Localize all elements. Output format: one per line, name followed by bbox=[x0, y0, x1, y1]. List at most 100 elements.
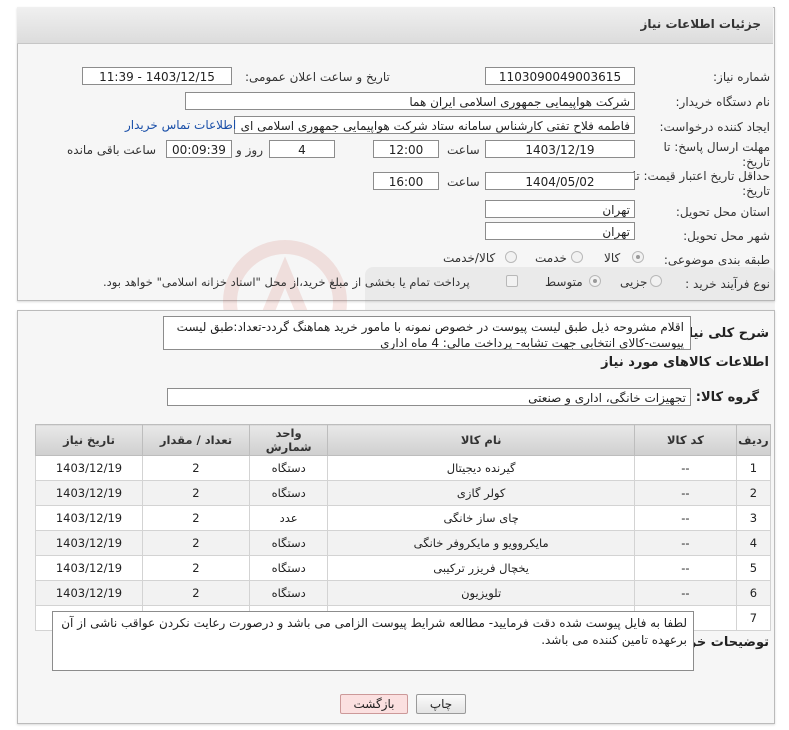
cell-item-code: -- bbox=[633, 580, 737, 606]
goods-section-title: اطلاعات کالاهای مورد نیاز bbox=[601, 355, 769, 370]
print-button[interactable]: چاپ bbox=[416, 694, 466, 714]
creator-label: ایجاد کننده درخواست: bbox=[659, 120, 770, 134]
announce-date-field: 1403/12/15 - 11:39 bbox=[82, 67, 232, 85]
need-number-label: شماره نیاز: bbox=[713, 70, 770, 84]
col-quantity: تعداد / مقدار bbox=[141, 424, 250, 456]
table-row: 2 -- کولر گازی دستگاه 2 1403/12/19 bbox=[35, 480, 772, 506]
validity-label: حداقل تاریخ اعتبار قیمت: تا تاریخ: bbox=[632, 169, 770, 198]
days-field: 4 bbox=[269, 140, 335, 158]
goods-group-field: تجهیزات خانگی، اداری و صنعتی bbox=[167, 388, 691, 406]
summary-line-2: پیوست-کالای انتخابی جهت تشابه- پرداخت ما… bbox=[380, 336, 684, 350]
cell-row-number: 6 bbox=[735, 580, 772, 606]
cell-need-date: 1403/12/19 bbox=[35, 505, 143, 531]
cell-item-name: چای ساز خانگی bbox=[327, 505, 635, 531]
cell-need-date: 1403/12/19 bbox=[35, 580, 143, 606]
cell-item-name: مایکروویو و مایکروفر خانگی bbox=[327, 530, 635, 556]
treasury-payment-checkbox[interactable] bbox=[506, 275, 518, 287]
validity-time-label: ساعت bbox=[447, 175, 480, 189]
city-field: تهران bbox=[485, 222, 635, 240]
table-row: 5 -- یخچال فریزر ترکیبی دستگاه 2 1403/12… bbox=[35, 555, 772, 581]
need-number-field: 1103090049003615 bbox=[485, 67, 635, 85]
cell-quantity: 2 bbox=[141, 455, 250, 481]
creator-field: فاطمه فلاح تفتی کارشناس سامانه ستاد شرکت… bbox=[234, 116, 635, 134]
category-option-goods: کالا bbox=[604, 251, 621, 265]
table-row: 4 -- مایکروویو و مایکروفر خانگی دستگاه 2… bbox=[35, 530, 772, 556]
cell-unit: عدد bbox=[248, 505, 329, 531]
cell-need-date: 1403/12/19 bbox=[35, 530, 143, 556]
cell-need-date: 1403/12/19 bbox=[35, 455, 143, 481]
table-row: 3 -- چای ساز خانگی عدد 2 1403/12/19 bbox=[35, 505, 772, 531]
cell-unit: دستگاه bbox=[248, 530, 329, 556]
deadline-time-field: 12:00 bbox=[373, 140, 439, 158]
cell-unit: دستگاه bbox=[248, 580, 329, 606]
cell-need-date: 1403/12/19 bbox=[35, 480, 143, 506]
cell-quantity: 2 bbox=[141, 530, 250, 556]
cell-need-date: 1403/12/19 bbox=[35, 555, 143, 581]
category-label: طبقه بندی موضوعی: bbox=[663, 253, 770, 267]
category-radio-goods-service[interactable] bbox=[505, 251, 517, 263]
validity-time-field: 16:00 bbox=[373, 172, 439, 190]
summary-line-1: اقلام مشروحه ذیل طبق لیست پیوست در خصوص … bbox=[176, 320, 684, 334]
table-header-row: ردیف کد کالا نام کالا واحد شمارش تعداد /… bbox=[35, 424, 772, 456]
cell-unit: دستگاه bbox=[248, 455, 329, 481]
cell-row-number: 5 bbox=[735, 555, 772, 581]
category-option-service: خدمت bbox=[535, 251, 567, 265]
cell-row-number: 1 bbox=[735, 455, 772, 481]
col-row-number: ردیف bbox=[735, 424, 772, 456]
col-unit: واحد شمارش bbox=[248, 424, 329, 456]
cell-item-code: -- bbox=[633, 530, 737, 556]
buyer-org-field: شرکت هواپیمایی جمهوری اسلامی ایران هما bbox=[185, 92, 635, 110]
cell-item-code: -- bbox=[633, 455, 737, 481]
deadline-time-label: ساعت bbox=[447, 143, 480, 157]
province-field: تهران bbox=[485, 200, 635, 218]
category-radio-goods[interactable] bbox=[632, 251, 644, 263]
cell-quantity: 2 bbox=[141, 580, 250, 606]
process-radio-medium[interactable] bbox=[589, 275, 601, 287]
remaining-label: ساعت باقی مانده bbox=[67, 143, 157, 157]
col-item-name: نام کالا bbox=[327, 424, 635, 456]
deadline-label: مهلت ارسال پاسخ: تا تاریخ: bbox=[663, 140, 770, 169]
category-option-goods-service: کالا/خدمت bbox=[443, 251, 496, 265]
cell-item-code: -- bbox=[633, 505, 737, 531]
cell-quantity: 2 bbox=[141, 480, 250, 506]
process-option-medium: متوسط bbox=[545, 275, 583, 289]
page-title: جزئیات اطلاعات نیاز bbox=[640, 17, 761, 31]
col-need-date: تاریخ نیاز bbox=[35, 424, 143, 456]
cell-row-number: 7 bbox=[735, 605, 772, 631]
cell-row-number: 4 bbox=[735, 530, 772, 556]
goods-group-label: گروه کالا: bbox=[695, 390, 759, 405]
cell-row-number: 3 bbox=[735, 505, 772, 531]
treasury-payment-note: پرداخت تمام یا بخشی از مبلغ خرید،از محل … bbox=[103, 275, 470, 289]
cell-unit: دستگاه bbox=[248, 480, 329, 506]
table-row: 1 -- گیرنده دیجیتال دستگاه 2 1403/12/19 bbox=[35, 455, 772, 481]
back-button[interactable]: بازگشت bbox=[340, 694, 408, 714]
announce-label: تاریخ و ساعت اعلان عمومی: bbox=[245, 70, 390, 84]
cell-row-number: 2 bbox=[735, 480, 772, 506]
cell-quantity: 2 bbox=[141, 555, 250, 581]
buyer-org-label: نام دستگاه خریدار: bbox=[675, 95, 771, 109]
goods-table: ردیف کد کالا نام کالا واحد شمارش تعداد /… bbox=[35, 424, 772, 631]
cell-item-name: یخچال فریزر ترکیبی bbox=[327, 555, 635, 581]
city-label: شهر محل تحویل: bbox=[683, 229, 770, 243]
panel-header: جزئیات اطلاعات نیاز bbox=[17, 7, 773, 44]
days-label: روز و bbox=[236, 143, 263, 157]
province-label: استان محل تحویل: bbox=[675, 205, 770, 219]
remaining-time-field: 00:09:39 bbox=[166, 140, 232, 158]
validity-date-field: 1404/05/02 bbox=[485, 172, 635, 190]
table-row: 6 -- تلویزیون دستگاه 2 1403/12/19 bbox=[35, 580, 772, 606]
process-option-minor: جزیی bbox=[620, 275, 648, 289]
deadline-date-field: 1403/12/19 bbox=[485, 140, 635, 158]
contact-buyer-link[interactable]: اطلاعات تماس خریدار bbox=[125, 118, 236, 132]
cell-unit: دستگاه bbox=[248, 555, 329, 581]
cell-quantity: 2 bbox=[141, 505, 250, 531]
category-radio-service[interactable] bbox=[571, 251, 583, 263]
buyer-notes-textarea: لطفا به فایل پیوست شده دقت فرمایید- مطال… bbox=[52, 611, 694, 671]
cell-item-name: گیرنده دیجیتال bbox=[327, 455, 635, 481]
cell-item-name: کولر گازی bbox=[327, 480, 635, 506]
col-item-code: کد کالا bbox=[633, 424, 737, 456]
cell-item-code: -- bbox=[633, 480, 737, 506]
cell-item-code: -- bbox=[633, 555, 737, 581]
summary-textarea: اقلام مشروحه ذیل طبق لیست پیوست در خصوص … bbox=[163, 316, 691, 350]
process-label: نوع فرآیند خرید : bbox=[685, 277, 770, 291]
process-radio-minor[interactable] bbox=[650, 275, 662, 287]
